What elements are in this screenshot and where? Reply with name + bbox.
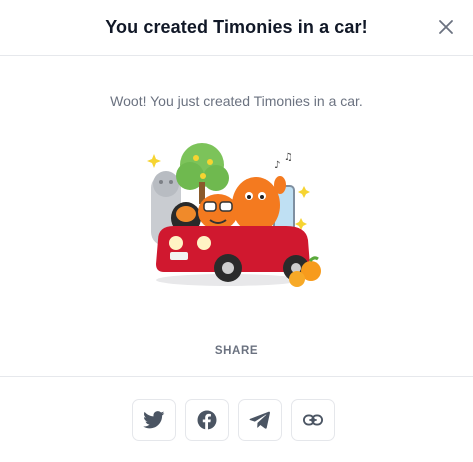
- close-icon: [439, 20, 453, 34]
- share-buttons: [132, 399, 335, 441]
- share-modal: You created Timonies in a car! Woot! You…: [0, 0, 473, 462]
- share-twitter-button[interactable]: [132, 399, 176, 441]
- modal-title: You created Timonies in a car!: [105, 17, 368, 37]
- close-button[interactable]: [435, 16, 457, 38]
- svg-text:♫: ♫: [284, 152, 293, 163]
- modal-header: You created Timonies in a car!: [0, 0, 473, 56]
- timonies-car-illustration: ♪ ♫: [147, 143, 321, 287]
- copy-link-button[interactable]: [291, 399, 335, 441]
- share-telegram-button[interactable]: [238, 399, 282, 441]
- twitter-icon: [143, 411, 165, 429]
- facebook-icon: [197, 410, 217, 430]
- divider: [0, 376, 473, 377]
- share-label: SHARE: [214, 345, 259, 357]
- link-icon: [303, 414, 323, 426]
- telegram-icon: [249, 411, 270, 429]
- success-message: Woot! You just created Timonies in a car…: [110, 93, 363, 109]
- share-facebook-button[interactable]: [185, 399, 229, 441]
- svg-text:♪: ♪: [274, 160, 280, 171]
